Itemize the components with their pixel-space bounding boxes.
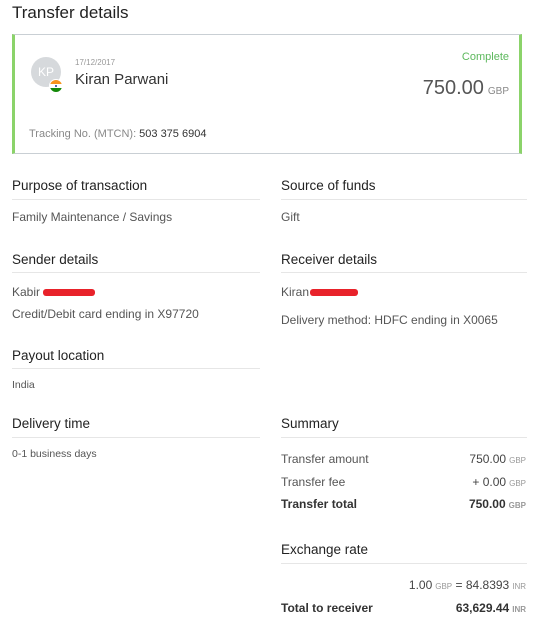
divider bbox=[12, 199, 260, 200]
divider bbox=[281, 437, 527, 438]
transfer-date: 17/12/2017 bbox=[75, 58, 116, 67]
rate-lhs: 1.00 bbox=[408, 578, 433, 592]
rate-rhs-currency: INR bbox=[512, 582, 526, 591]
divider bbox=[12, 368, 260, 369]
redaction-mark bbox=[310, 289, 359, 297]
divider bbox=[12, 272, 260, 273]
redaction-mark bbox=[43, 289, 96, 297]
delivery-time-value: 0-1 business days bbox=[12, 448, 97, 460]
amount-currency: GBP bbox=[487, 86, 509, 97]
payout-heading: Payout location bbox=[12, 348, 105, 363]
rate-rhs: = 84.8393 bbox=[455, 578, 510, 592]
currency: GBP bbox=[509, 456, 526, 465]
purpose-heading: Purpose of transaction bbox=[12, 178, 148, 193]
transfer-fee-value: + 0.00 GBP bbox=[472, 475, 526, 489]
rate-lhs-currency: GBP bbox=[435, 582, 453, 591]
sender-card: Credit/Debit card ending in X97720 bbox=[12, 307, 199, 321]
sender-name: Kabir bbox=[12, 285, 96, 299]
tracking-info: Tracking No. (MTCN): 503 375 6904 bbox=[29, 128, 206, 140]
receiver-first-name: Kiran bbox=[281, 285, 310, 299]
delivery-time-heading: Delivery time bbox=[12, 416, 91, 431]
divider bbox=[281, 199, 527, 200]
delivery-method: Delivery method: HDFC ending in X0065 bbox=[281, 313, 498, 327]
value: + 0.00 bbox=[472, 475, 507, 489]
india-flag-icon bbox=[49, 79, 63, 93]
receiver-name-field: Kiran bbox=[281, 285, 359, 299]
source-value: Gift bbox=[281, 210, 300, 224]
currency: GBP bbox=[508, 501, 526, 510]
divider bbox=[12, 437, 260, 438]
value: 750.00 bbox=[468, 497, 506, 511]
exchange-rate: 1.00 GBP = 84.8393 INR bbox=[409, 578, 526, 592]
receiver-name: Kiran Parwani bbox=[75, 71, 169, 88]
receiver-heading: Receiver details bbox=[281, 252, 378, 267]
transfer-amount: 750.00 GBP bbox=[423, 77, 509, 100]
currency: INR bbox=[512, 605, 526, 614]
currency: GBP bbox=[509, 479, 526, 488]
amount-value: 750.00 bbox=[422, 77, 484, 99]
transfer-fee-label: Transfer fee bbox=[281, 475, 346, 489]
status-badge: Complete bbox=[461, 51, 509, 63]
tracking-label: Tracking No. (MTCN): bbox=[29, 128, 137, 140]
transfer-total-label: Transfer total bbox=[281, 497, 358, 511]
divider bbox=[281, 272, 527, 273]
value: 750.00 bbox=[469, 452, 507, 466]
tracking-number: 503 375 6904 bbox=[139, 128, 207, 140]
summary-heading: Summary bbox=[281, 416, 339, 431]
total-to-receiver-value: 63,629.44 INR bbox=[456, 601, 526, 615]
page-title: Transfer details bbox=[12, 3, 129, 22]
exchange-heading: Exchange rate bbox=[281, 542, 369, 557]
divider bbox=[281, 563, 527, 564]
sender-heading: Sender details bbox=[12, 252, 99, 267]
sender-first-name: Kabir bbox=[12, 285, 41, 299]
payout-value: India bbox=[12, 379, 35, 391]
purpose-value: Family Maintenance / Savings bbox=[12, 210, 173, 224]
value: 63,629.44 bbox=[455, 601, 510, 615]
transfer-card[interactable]: KP 17/12/2017 Kiran Parwani Complete 750… bbox=[12, 34, 522, 154]
source-heading: Source of funds bbox=[281, 178, 376, 193]
total-to-receiver-label: Total to receiver bbox=[281, 601, 373, 615]
transfer-amount-label: Transfer amount bbox=[281, 452, 369, 466]
transfer-amount-value: 750.00 GBP bbox=[469, 452, 526, 466]
transfer-total-value: 750.00 GBP bbox=[469, 497, 526, 511]
